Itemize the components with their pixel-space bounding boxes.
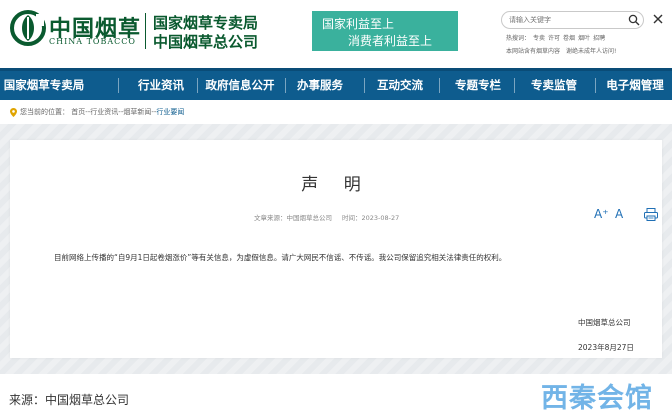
search-box [501,11,644,29]
nav-divider [197,78,198,93]
search-icon[interactable] [628,14,640,26]
nav-divider [595,78,596,93]
hot-word[interactable]: 许可 [548,35,560,42]
close-icon[interactable] [652,13,664,25]
breadcrumb-industry-news[interactable]: 行业资讯 [90,108,118,116]
logo-text-en: CHINA TOBACCO [49,37,136,46]
nav-divider [118,78,119,93]
nav-item-topics[interactable]: 专题专栏 [448,71,508,100]
article-title: 声 明 [301,175,371,195]
print-icon[interactable] [644,208,658,221]
hot-word[interactable]: 专卖 [533,35,545,42]
breadcrumb: 您当前的位置： 首页--行业资讯--烟草新闻--行业要闻 [0,100,672,124]
nav-item-bureau[interactable]: 国家烟草专卖局 [0,71,88,100]
nav-item-interaction[interactable]: 互动交流 [370,71,430,100]
hot-search-label: 热搜词： [506,35,531,42]
slogan-line-2: 消费者利益至上 [348,34,433,48]
article-meta: 文章来源：中国烟草总公司 时间：2023-08-27 [254,212,399,222]
watermark-logo: 西秦会馆 [541,383,653,414]
hot-word[interactable]: 招聘 [593,35,605,42]
logo-divider [145,13,146,49]
article-source: 文章来源：中国烟草总公司 [254,214,332,222]
breadcrumb-home[interactable]: 首页 [71,108,85,116]
nav-item-gov-info[interactable]: 政府信息公开 [200,71,280,100]
article-body: 目前网络上传播的“自9月1日起卷烟涨价”等有关信息，为虚假信息。请广大网民不信谣… [54,253,507,262]
nav-divider [439,78,440,93]
nav-item-industry-news[interactable]: 行业资讯 [131,71,191,100]
breadcrumb-prefix: 您当前的位置： [20,108,69,116]
font-increase-button[interactable]: A⁺ [594,207,609,221]
nav-item-supervision[interactable]: 专卖监管 [524,71,584,100]
age-notice: 本网站含有烟草内容 谢绝未成年人访问! [506,48,617,55]
signature-organization: 中国烟草总公司 [578,318,631,327]
nav-item-services[interactable]: 办事服务 [290,71,350,100]
signature-date: 2023年8月27日 [578,343,634,352]
font-decrease-button[interactable]: A [615,207,623,221]
search-input[interactable] [509,13,624,27]
breadcrumb-current[interactable]: 行业要闻 [156,108,184,116]
nav-divider [364,78,365,93]
article-card: 声 明 文章来源：中国烟草总公司 时间：2023-08-27 A⁺ A 目前网络上… [10,140,662,358]
hot-word[interactable]: 卷烟 [563,35,575,42]
slogan-banner: 国家利益至上 消费者利益至上 [312,11,458,51]
main-nav: 国家烟草专卖局 行业资讯 政府信息公开 办事服务 互动交流 专题专栏 专卖监管 … [0,68,672,100]
hot-word[interactable]: 烟叶 [578,35,590,42]
article-time: 时间：2023-08-27 [342,214,400,222]
site-header: 中国烟草 CHINA TOBACCO 国家烟草专卖局 中国烟草总公司 国家利益至… [0,0,672,68]
org-name-corporation: 中国烟草总公司 [153,33,259,51]
hot-search-words: 热搜词： 专卖 许可 卷烟 烟叶 招聘 [506,33,608,42]
slogan-line-1: 国家利益至上 [322,17,395,31]
breadcrumb-trail: 您当前的位置： 首页--行业资讯--烟草新闻--行业要闻 [20,107,184,117]
breadcrumb-tobacco-news[interactable]: 烟草新闻 [123,108,151,116]
nav-item-e-cigarette[interactable]: 电子烟管理 [600,71,670,100]
location-pin-icon [10,108,17,117]
footer-source: 来源：中国烟草总公司 [9,393,130,407]
china-tobacco-logo-icon[interactable] [10,9,46,47]
nav-divider [285,78,286,93]
org-name-bureau: 国家烟草专卖局 [153,14,259,32]
nav-divider [514,78,515,93]
